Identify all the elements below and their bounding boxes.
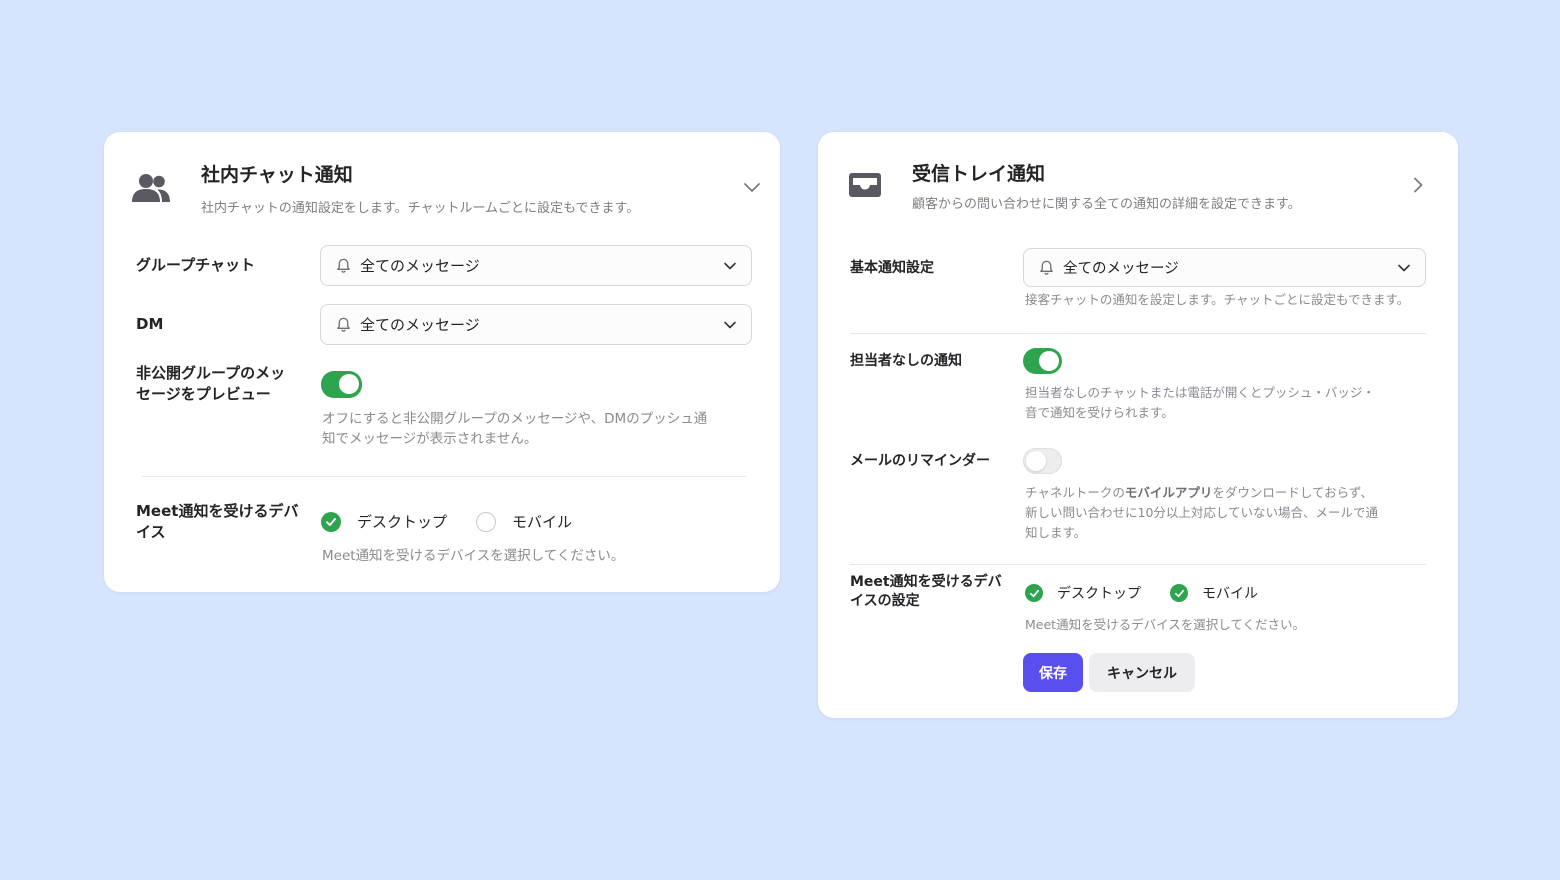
help-text: をダウンロードしておらず、 — [1212, 485, 1374, 500]
chevron-down-icon — [724, 321, 736, 328]
meet-devices-help: Meet通知を受けるデバイスを選択してください。 — [1025, 617, 1305, 632]
private-preview-toggle[interactable] — [321, 371, 362, 398]
chevron-down-icon — [1398, 264, 1410, 271]
basic-notification-help: 接客チャットの通知を設定します。チャットごとに設定もできます。 — [1025, 292, 1410, 307]
mobile-option-label: モバイル — [1202, 586, 1258, 602]
unassigned-help: 担当者なしのチャットまたは電話が開くとプッシュ・バッジ・ 音で通知を受けられます… — [1025, 383, 1375, 423]
private-preview-label: 非公開グループのメッ セージをプレビュー — [136, 363, 285, 405]
people-icon — [132, 172, 172, 208]
help-line: 音で通知を受けられます。 — [1025, 405, 1174, 420]
email-reminder-toggle[interactable] — [1023, 448, 1062, 474]
divider — [850, 333, 1426, 334]
meet-devices-label: Meet通知を受けるデバ イス — [136, 501, 298, 543]
help-line: チャネルトークのモバイルアプリをダウンロードしておらず、 — [1025, 483, 1378, 503]
group-chat-select[interactable]: 全てのメッセージ — [320, 245, 752, 286]
dm-label: DM — [136, 315, 164, 333]
chevron-right-icon[interactable] — [1412, 177, 1424, 197]
divider — [850, 564, 1426, 565]
help-line: 知でメッセージが表示されません。 — [322, 431, 538, 447]
card-description: 顧客からの問い合わせに関する全ての通知の詳細を設定できます。 — [912, 197, 1301, 212]
meet-devices-help: Meet通知を受けるデバイスを選択してください。 — [322, 548, 625, 564]
select-value: 全てのメッセージ — [1063, 261, 1179, 277]
label-line: イスの設定 — [850, 593, 920, 609]
label-line: Meet通知を受けるデバ — [136, 502, 299, 520]
mobile-app-emphasis: モバイルアプリ — [1124, 485, 1213, 500]
check-icon — [1174, 589, 1184, 597]
label-line: イス — [136, 523, 166, 541]
internal-chat-card: 社内チャット通知 社内チャットの通知設定をします。チャットルームごとに設定もでき… — [104, 132, 780, 592]
desktop-checkbox[interactable] — [321, 512, 341, 532]
unassigned-label: 担当者なしの通知 — [850, 353, 962, 369]
select-value: 全てのメッセージ — [360, 316, 480, 334]
inbox-card: 受信トレイ通知 顧客からの問い合わせに関する全ての通知の詳細を設定できます。 基… — [818, 132, 1458, 718]
desktop-option-label: デスクトップ — [357, 513, 448, 531]
email-reminder-label: メールのリマインダー — [850, 453, 990, 469]
toggle-knob — [1026, 451, 1046, 471]
select-value: 全てのメッセージ — [360, 257, 480, 275]
bell-icon — [337, 258, 350, 273]
label-line: セージをプレビュー — [136, 385, 271, 403]
check-icon — [1029, 589, 1039, 597]
unassigned-toggle[interactable] — [1023, 348, 1062, 374]
help-text: チャネルトークの — [1025, 485, 1125, 500]
check-icon — [326, 518, 336, 526]
toggle-knob — [1039, 351, 1059, 371]
meet-devices-label: Meet通知を受けるデバ イスの設定 — [850, 573, 1002, 611]
help-line: オフにすると非公開グループのメッセージや、DMのプッシュ通 — [322, 411, 708, 427]
mobile-checkbox[interactable] — [1170, 584, 1188, 602]
basic-notification-label: 基本通知設定 — [850, 260, 934, 276]
cancel-button[interactable]: キャンセル — [1089, 653, 1195, 692]
mobile-checkbox[interactable] — [476, 512, 496, 532]
desktop-option-label: デスクトップ — [1057, 586, 1141, 602]
dm-select[interactable]: 全てのメッセージ — [320, 304, 752, 345]
chevron-down-icon — [724, 262, 736, 269]
help-line: 新しい問い合わせに10分以上対応していない場合、メールで通 — [1025, 505, 1379, 520]
card-description: 社内チャットの通知設定をします。チャットルームごとに設定もできます。 — [201, 201, 640, 216]
help-line: 担当者なしのチャットまたは電話が開くとプッシュ・バッジ・ — [1025, 385, 1375, 400]
bell-icon — [337, 317, 350, 332]
desktop-checkbox[interactable] — [1025, 584, 1043, 602]
toggle-knob — [339, 374, 359, 394]
private-preview-help: オフにすると非公開グループのメッセージや、DMのプッシュ通 知でメッセージが表示… — [322, 409, 707, 449]
divider — [142, 476, 746, 477]
card-title: 受信トレイ通知 — [912, 163, 1046, 185]
label-line: 非公開グループのメッ — [136, 364, 286, 382]
chevron-down-icon[interactable] — [744, 179, 760, 198]
bell-icon — [1040, 260, 1053, 275]
group-chat-label: グループチャット — [136, 256, 255, 274]
save-button[interactable]: 保存 — [1023, 653, 1083, 692]
email-reminder-help: チャネルトークのモバイルアプリをダウンロードしておらず、 新しい問い合わせに10… — [1025, 483, 1378, 543]
basic-notification-select[interactable]: 全てのメッセージ — [1023, 248, 1426, 287]
inbox-icon — [848, 172, 882, 202]
help-line: 知します。 — [1025, 525, 1087, 540]
card-title: 社内チャット通知 — [201, 164, 353, 186]
mobile-option-label: モバイル — [512, 513, 573, 531]
label-line: Meet通知を受けるデバ — [850, 574, 1002, 590]
